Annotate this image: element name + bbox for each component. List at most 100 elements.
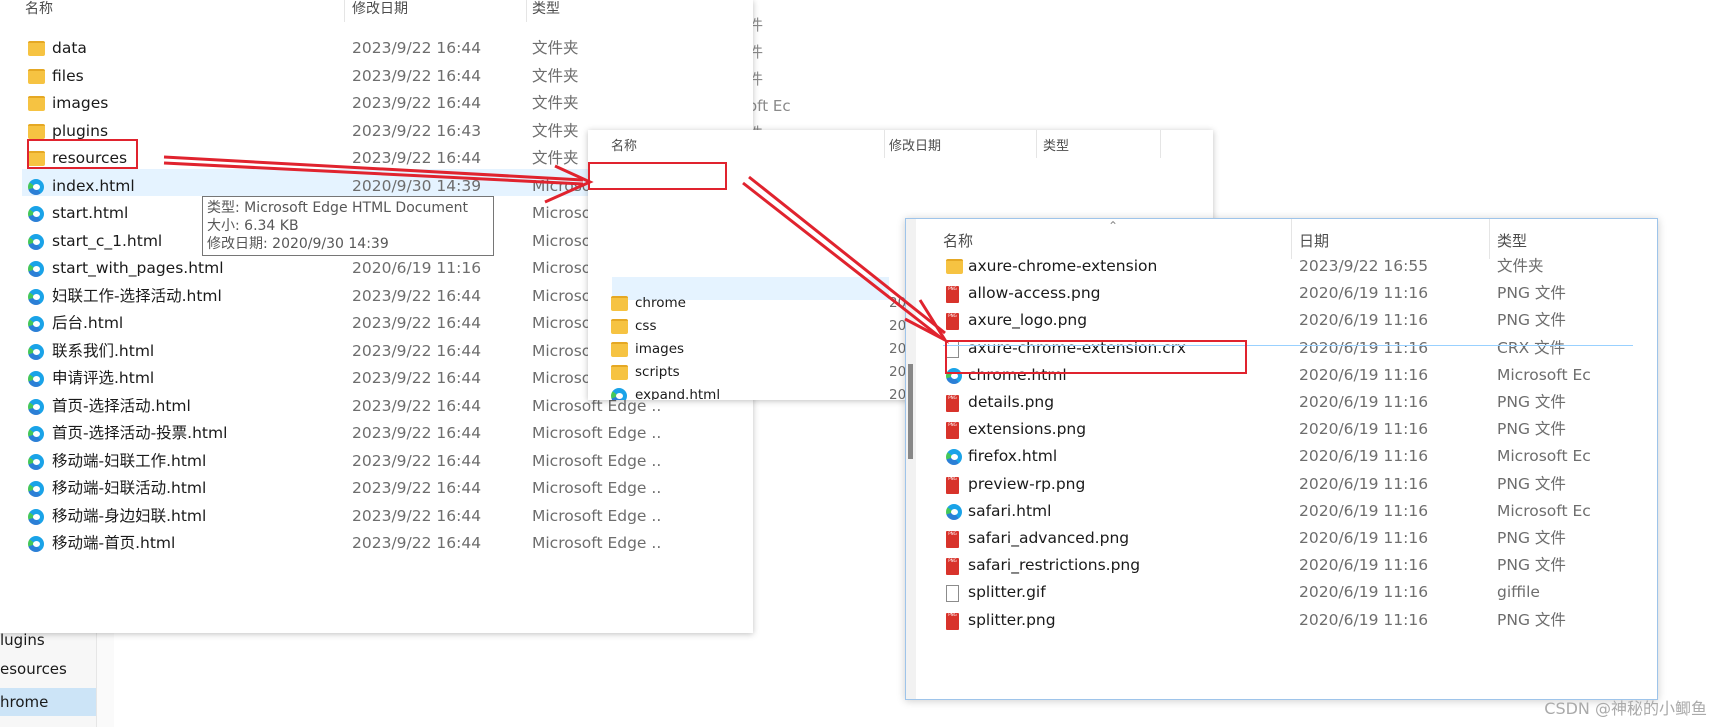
file-name: files	[52, 66, 84, 85]
file-date: 2020/6/19 11:16	[1299, 610, 1429, 629]
file-row[interactable]: firefox.html 2020/6/19 11:16 Microsoft Ec	[906, 443, 1657, 470]
column-date[interactable]: 日期	[1299, 230, 1329, 251]
png-icon	[946, 422, 959, 440]
png-icon	[946, 476, 959, 494]
nav-item-plugins[interactable]: lugins	[0, 631, 45, 649]
file-name: splitter.png	[968, 610, 1056, 629]
file-name: safari_advanced.png	[968, 529, 1130, 547]
sort-ascending-icon[interactable]: ⌃	[1108, 219, 1118, 233]
file-type: 文件夹	[532, 66, 579, 85]
file-name: data	[52, 39, 87, 57]
watermark: CSDN @神秘的小鲫鱼	[1544, 699, 1707, 718]
file-row[interactable]: 移动端-身边妇联.html 2023/9/22 16:44 Microsoft Ed…	[0, 503, 753, 531]
file-date: 2020/6/19 11:16	[1299, 420, 1429, 439]
file-name: 后台.html	[52, 314, 124, 332]
file-date: 2020/6/19 11:16	[1299, 501, 1429, 520]
file-name: scripts	[635, 364, 680, 380]
file-row[interactable]: data 2023/9/22 16:44 文件夹	[0, 35, 753, 63]
tooltip-type: 类型: Microsoft Edge HTML Document	[207, 200, 468, 216]
file-row[interactable]: images 2023/9/22 16:44 文件夹	[0, 90, 753, 118]
nav-scrollbar[interactable]	[97, 630, 114, 727]
file-date: 2023/9/22 16:44	[352, 341, 482, 360]
file-type: Microsoft Edge ...	[532, 534, 662, 552]
file-date: 2023/9/22 16:44	[352, 534, 482, 552]
tooltip-size: 大小: 6.34 KB	[207, 218, 299, 234]
file-row[interactable]: preview-rp.png 2020/6/19 11:16 PNG 文件	[906, 471, 1657, 498]
folder-icon	[611, 342, 628, 357]
file-date: 2023/9/22 16:44	[352, 396, 482, 415]
file-row[interactable]: safari.html 2020/6/19 11:16 Microsoft Ec	[906, 498, 1657, 525]
file-date: 2020/6/19 11:16	[1299, 365, 1429, 384]
file-row[interactable]: safari_restrictions.png 2020/6/19 11:16 PN…	[906, 552, 1657, 579]
column-date[interactable]: 修改日期	[889, 135, 941, 154]
file-name: firefox.html	[968, 447, 1058, 466]
file-date: 2020/6/19 11:16	[1299, 556, 1429, 575]
file-row[interactable]: 首页-选择活动-投票.html 2023/9/22 16:44 Microsoft …	[0, 420, 753, 448]
file-date: 2023/9/22 16:44	[352, 451, 482, 470]
file-row[interactable]: allow-access.png 2020/6/19 11:16 PNG 文件	[906, 280, 1657, 307]
highlight-box	[945, 340, 1247, 374]
nav-item-label: esources	[0, 660, 67, 678]
file-row[interactable]: files 2023/9/22 16:44 文件夹	[0, 63, 753, 91]
file-date: 2020/6/19 11:16	[1299, 311, 1429, 330]
file-row[interactable]: 移动端-首页.html 2023/9/22 16:44 Microsoft Edge…	[0, 530, 753, 558]
file-name: 申请评选.html	[52, 369, 155, 387]
file-name: safari.html	[968, 501, 1052, 520]
file-name: 移动端-妇联工作.html	[52, 451, 207, 470]
folder-icon	[28, 68, 45, 84]
file-type: 文件夹	[532, 94, 579, 112]
file-type: PNG 文件	[1497, 393, 1566, 411]
file-date: 2020/6/19 11:16	[1299, 529, 1429, 547]
edge-icon	[28, 288, 44, 305]
file-type: Microsoft Edge ...	[532, 506, 662, 525]
file-date: 2023/9/22 16:55	[1299, 257, 1429, 275]
png-icon	[946, 286, 959, 304]
file-name: safari_restrictions.png	[968, 556, 1141, 575]
file-name: allow-access.png	[968, 284, 1101, 303]
file-name: start_with_pages.html	[52, 259, 224, 277]
column-name[interactable]: 名称	[611, 135, 637, 154]
file-row[interactable]: axure-chrome-extension 2023/9/22 16:55 文件夹	[906, 253, 1657, 280]
file-row[interactable]: extensions.png 2020/6/19 11:16 PNG 文件	[906, 416, 1657, 443]
file-date: 2023/9/22 16:44	[352, 424, 482, 442]
png-icon	[946, 612, 959, 630]
file-date: 2023/9/22 16:44	[352, 94, 482, 112]
edge-icon	[28, 371, 44, 387]
file-row[interactable]: details.png 2020/6/19 11:16 PNG 文件	[906, 389, 1657, 416]
column-date[interactable]: 修改日期	[352, 0, 408, 18]
file-row[interactable]: axure_logo.png 2020/6/19 11:16 PNG 文件	[906, 307, 1657, 334]
file-name: 移动端-妇联活动.html	[52, 479, 207, 497]
file-row[interactable]: safari_advanced.png 2020/6/19 11:16 PNG 文件	[906, 525, 1657, 552]
png-icon	[946, 395, 959, 412]
file-icon	[946, 585, 959, 603]
file-type: CRX 文件	[1497, 338, 1566, 357]
explorer-window-chrome: 名称 ⌃ 日期 类型 axure-chrome-extension 2023/9/…	[905, 218, 1658, 700]
file-row[interactable]: 移动端-妇联活动.html 2023/9/22 16:44 Microsoft Ed…	[0, 475, 753, 503]
nav-item-chrome[interactable]: hrome	[0, 688, 96, 716]
column-type[interactable]: 类型	[1043, 135, 1069, 154]
file-row[interactable]: splitter.gif 2020/6/19 11:16 giffile	[906, 579, 1657, 606]
file-name: 联系我们.html	[52, 341, 155, 360]
file-tooltip: 类型: Microsoft Edge HTML Document 大小: 6.3…	[202, 196, 494, 256]
edge-icon	[28, 178, 44, 195]
file-name: images	[635, 341, 685, 357]
column-type[interactable]: 类型	[1497, 230, 1527, 251]
folder-icon	[611, 365, 628, 380]
nav-item-resources[interactable]: esources	[0, 660, 67, 678]
file-name: preview-rp.png	[968, 474, 1086, 493]
file-row[interactable]: splitter.png 2020/6/19 11:16 PNG 文件	[906, 607, 1657, 634]
file-name: splitter.gif	[968, 583, 1046, 602]
file-type: Microsoft Edge ...	[532, 451, 662, 470]
file-name: details.png	[968, 393, 1055, 411]
file-date: 2023/9/22 16:44	[352, 39, 482, 57]
column-name[interactable]: 名称	[25, 0, 53, 18]
column-type[interactable]: 类型	[532, 0, 560, 18]
tooltip-date: 修改日期: 2020/9/30 14:39	[207, 236, 389, 252]
edge-icon	[28, 536, 44, 552]
file-type: Microsoft Edge ...	[532, 424, 662, 442]
file-row[interactable]: 移动端-妇联工作.html 2023/9/22 16:44 Microsoft Ed…	[0, 448, 753, 476]
edge-icon	[28, 261, 44, 277]
column-name[interactable]: 名称	[943, 230, 973, 251]
file-name: extensions.png	[968, 420, 1087, 439]
edge-icon	[946, 503, 962, 520]
